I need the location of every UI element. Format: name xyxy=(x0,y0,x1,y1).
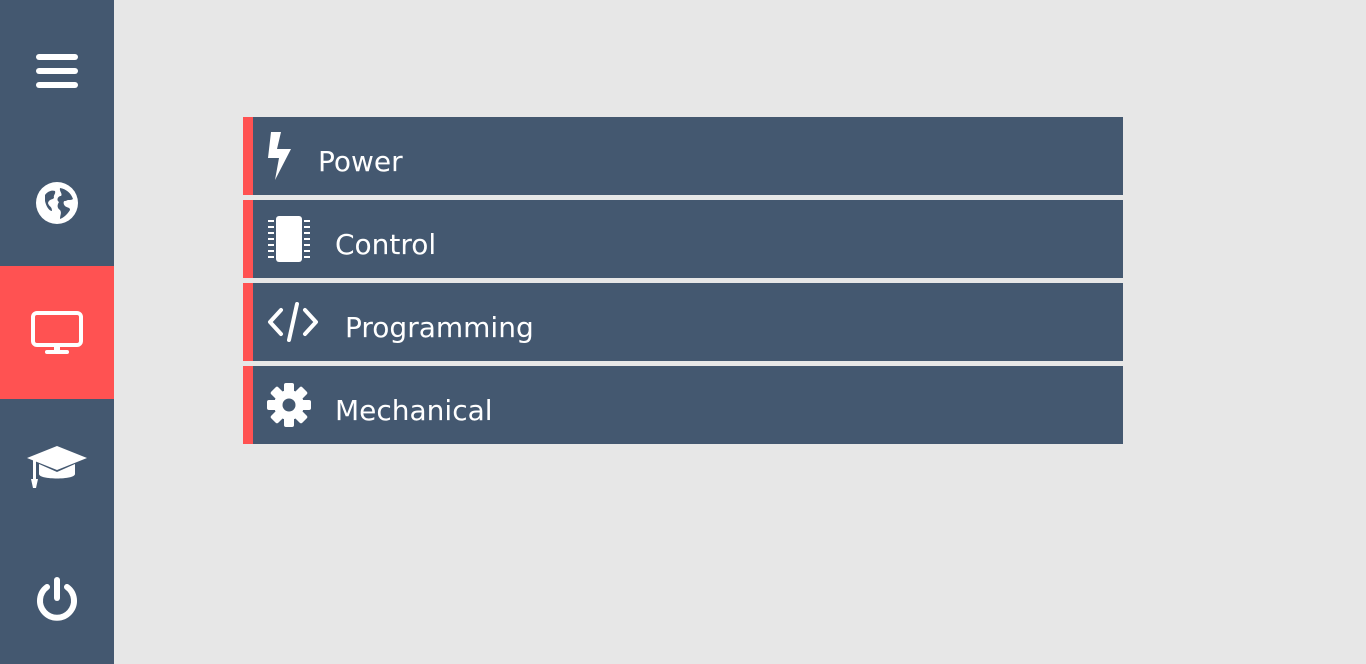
gear-icon xyxy=(267,366,311,444)
menu-item-power[interactable]: Power xyxy=(243,117,1123,195)
sidebar-item-monitor[interactable] xyxy=(0,266,114,399)
sidebar-item-education[interactable] xyxy=(0,400,114,533)
menu-item-programming[interactable]: Programming xyxy=(243,283,1123,361)
lightning-bolt-icon xyxy=(267,117,293,195)
microchip-icon xyxy=(267,200,311,278)
menu-item-control[interactable]: Control xyxy=(243,200,1123,278)
menu-item-mechanical[interactable]: Mechanical xyxy=(243,366,1123,444)
graduation-cap-icon xyxy=(27,445,87,488)
hamburger-menu-icon xyxy=(36,53,78,88)
monitor-icon xyxy=(31,310,83,354)
menu-item-label: Programming xyxy=(345,311,534,344)
category-menu: Power Control Programming Mechanical xyxy=(243,117,1123,449)
menu-item-label: Mechanical xyxy=(335,394,493,427)
globe-icon xyxy=(36,181,78,224)
menu-item-label: Control xyxy=(335,228,437,261)
code-icon xyxy=(267,283,319,361)
app-root: Power Control Programming Mechanical xyxy=(0,0,1366,664)
sidebar xyxy=(0,0,114,664)
power-icon xyxy=(37,576,77,621)
sidebar-power-button[interactable] xyxy=(0,533,114,664)
menu-item-label: Power xyxy=(318,145,403,178)
sidebar-menu-button[interactable] xyxy=(0,4,114,137)
sidebar-item-globe[interactable] xyxy=(0,136,114,269)
